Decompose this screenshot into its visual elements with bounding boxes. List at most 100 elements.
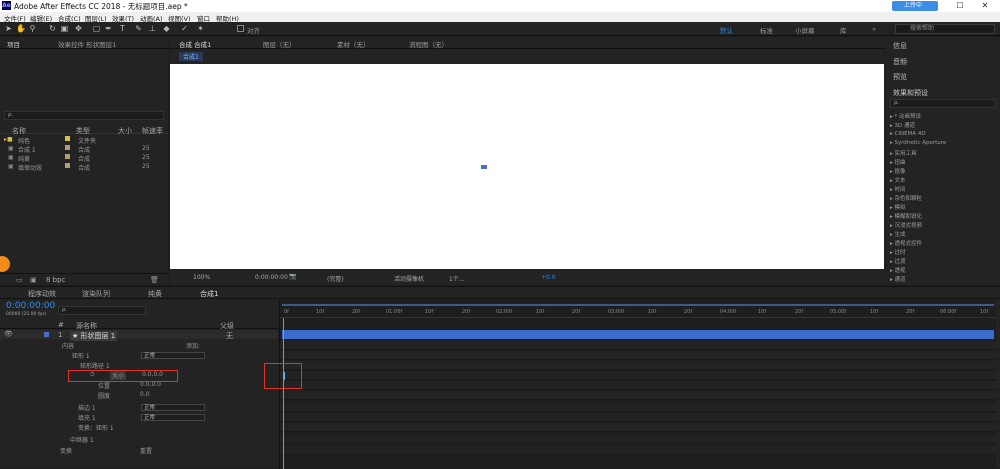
- views-select[interactable]: 1个...: [449, 274, 465, 283]
- prop-rect-path[interactable]: 矩形路径 1: [80, 361, 110, 370]
- layer-duration-bar[interactable]: [282, 330, 994, 339]
- tab-layer[interactable]: 图层（无）: [263, 39, 296, 49]
- prop-stroke[interactable]: 描边 1: [78, 403, 96, 412]
- prop-transform-rect[interactable]: 变换：矩形 1: [78, 423, 114, 432]
- effect-category[interactable]: ▸ 时间: [890, 185, 906, 193]
- selected-shape-layer[interactable]: [481, 165, 487, 169]
- effects-presets-title[interactable]: 效果和预设: [893, 88, 928, 98]
- effect-category[interactable]: ▸ 透视: [890, 266, 906, 274]
- effects-search-input[interactable]: ρ.: [890, 99, 996, 108]
- project-tab[interactable]: 项目: [7, 39, 20, 49]
- zoom-select[interactable]: 100%: [193, 274, 210, 281]
- prop-fill[interactable]: 填充 1: [78, 413, 96, 422]
- rotate-tool-icon[interactable]: ↻: [48, 24, 57, 33]
- tab-footage[interactable]: 素材（无）: [337, 39, 370, 49]
- visibility-eye-icon[interactable]: 👁: [4, 330, 13, 338]
- stamp-tool-icon[interactable]: ⊥: [148, 24, 157, 33]
- workspace-small-screen[interactable]: 小屏幕: [795, 25, 815, 35]
- effect-category[interactable]: ▸ Synthetic Aperture: [890, 140, 946, 146]
- cloud-upload-badge[interactable]: 上传中: [892, 1, 938, 11]
- playhead[interactable]: [283, 318, 284, 469]
- layer-name[interactable]: ★ 形状图层 1: [70, 331, 118, 341]
- work-area-bar[interactable]: [282, 304, 994, 306]
- camera-select[interactable]: 活动摄像机: [394, 274, 424, 283]
- tab-timeline-program[interactable]: 程序动效: [28, 289, 56, 299]
- comp-canvas[interactable]: [170, 64, 884, 269]
- hand-tool-icon[interactable]: ✋: [16, 24, 26, 33]
- prop-roundness-value[interactable]: 0.0: [140, 391, 150, 400]
- prop-position-value[interactable]: 0.0,0.0: [140, 381, 161, 390]
- prop-add[interactable]: 添加:: [186, 341, 200, 350]
- snap-checkbox[interactable]: [237, 25, 244, 32]
- effect-category[interactable]: ▸ 扭曲: [890, 158, 906, 166]
- info-panel[interactable]: 信息: [893, 41, 907, 51]
- effect-category[interactable]: ▸ 模糊和锐化: [890, 212, 922, 220]
- camera-tool-icon[interactable]: ▣: [60, 24, 69, 33]
- layer-row[interactable]: 👁 1 ★ 形状图层 1 无: [0, 330, 278, 341]
- prop-repeater[interactable]: 中继器 1: [70, 435, 94, 444]
- parent-select[interactable]: 无: [226, 331, 233, 341]
- tab-render-queue[interactable]: 渲染队列: [82, 289, 110, 299]
- effect-category[interactable]: ▸ 模拟: [890, 203, 906, 211]
- transform-reset[interactable]: 重置: [140, 446, 152, 455]
- timeline-timecode[interactable]: 0:00:00:00: [6, 301, 55, 311]
- close-button[interactable]: ✕: [970, 0, 1000, 12]
- tab-timeline-comp1[interactable]: 合成1: [200, 289, 218, 299]
- effects-controls-tab[interactable]: 效果控件 形状图层1: [58, 39, 116, 49]
- effect-category[interactable]: ▸ 文本: [890, 176, 906, 184]
- resolution-select[interactable]: (完整): [327, 274, 344, 283]
- bpc-label[interactable]: 8 bpc: [46, 276, 65, 284]
- tab-flowchart[interactable]: 流程图（无）: [409, 39, 448, 49]
- prop-contents[interactable]: 内容: [62, 341, 74, 350]
- effect-category[interactable]: ▸ 沉浸式视频: [890, 221, 922, 229]
- effect-category[interactable]: ▸ 过时: [890, 248, 906, 256]
- effect-category[interactable]: ▸ 抠像: [890, 167, 906, 175]
- new-folder-icon[interactable]: ▭: [16, 276, 23, 284]
- eraser-tool-icon[interactable]: ◆: [162, 24, 171, 33]
- workspace-default[interactable]: 默认: [720, 25, 733, 35]
- snapshot-icon[interactable]: 📷: [289, 273, 296, 280]
- fill-blend-mode[interactable]: 正常: [141, 414, 205, 421]
- delete-icon[interactable]: 🗑: [150, 276, 159, 284]
- prop-position[interactable]: 位置: [98, 381, 110, 390]
- prop-roundness[interactable]: 圆度: [98, 391, 110, 400]
- timecode-display[interactable]: 0:00:00:00: [255, 274, 288, 281]
- exposure-value[interactable]: +0.0: [541, 274, 556, 281]
- zoom-tool-icon[interactable]: ⚲: [28, 24, 37, 33]
- effect-category[interactable]: ▸ 透视式控件: [890, 239, 922, 247]
- type-tool-icon[interactable]: T: [118, 24, 127, 33]
- pen-tool-icon[interactable]: ✒: [104, 24, 113, 33]
- time-ruler[interactable]: 0f 10f 20f 01:00f 10f 20f 02:00f 10f 20f…: [280, 308, 997, 318]
- brush-tool-icon[interactable]: ✎: [134, 24, 143, 33]
- stroke-blend-mode[interactable]: 正常: [141, 404, 205, 411]
- project-item[interactable]: ▸■ 纯色 文件夹: [0, 135, 168, 145]
- layer-color-label[interactable]: [44, 332, 49, 337]
- workspace-library[interactable]: 库: [840, 25, 847, 35]
- effect-category[interactable]: ▸ 生成: [890, 230, 906, 238]
- project-item[interactable]: ▣ 纯黄 合成 25: [0, 153, 168, 163]
- anchor-tool-icon[interactable]: ✥: [74, 24, 83, 33]
- puppet-tool-icon[interactable]: ✶: [196, 24, 205, 33]
- prop-transform[interactable]: 变换: [60, 446, 72, 455]
- effect-category[interactable]: ▸ * 动画预设: [890, 112, 921, 120]
- workspace-standard[interactable]: 标准: [760, 25, 773, 35]
- preview-panel[interactable]: 预览: [893, 72, 907, 82]
- roto-tool-icon[interactable]: ✓: [180, 24, 189, 33]
- effect-category[interactable]: ▸ 实用工具: [890, 149, 917, 157]
- effect-category[interactable]: ▸ 杂色和颗粒: [890, 194, 922, 202]
- comp-breadcrumb[interactable]: 合成1: [179, 52, 203, 61]
- timeline-search-input[interactable]: ρ.: [58, 306, 146, 315]
- prop-rect1[interactable]: 矩形 1: [72, 351, 90, 360]
- effect-category[interactable]: ▸ 过渡: [890, 257, 906, 265]
- rectangle-tool-icon[interactable]: ▢: [92, 24, 101, 33]
- project-item[interactable]: ▣ 合成 1 合成 25: [0, 144, 168, 154]
- selection-tool-icon[interactable]: ➤: [4, 24, 13, 33]
- project-item[interactable]: ▣ 填保动效 合成 25: [0, 162, 168, 172]
- effect-category[interactable]: ▸ 通道: [890, 275, 906, 283]
- new-comp-icon[interactable]: ▣: [30, 276, 37, 284]
- help-search-input[interactable]: 搜索帮助: [895, 24, 995, 34]
- project-search-input[interactable]: ρ.: [4, 111, 164, 120]
- audio-panel[interactable]: 音频: [893, 57, 907, 67]
- effect-category[interactable]: ▸ CINEMA 4D: [890, 131, 926, 137]
- tab-timeline-yellow[interactable]: 纯黄: [148, 289, 162, 299]
